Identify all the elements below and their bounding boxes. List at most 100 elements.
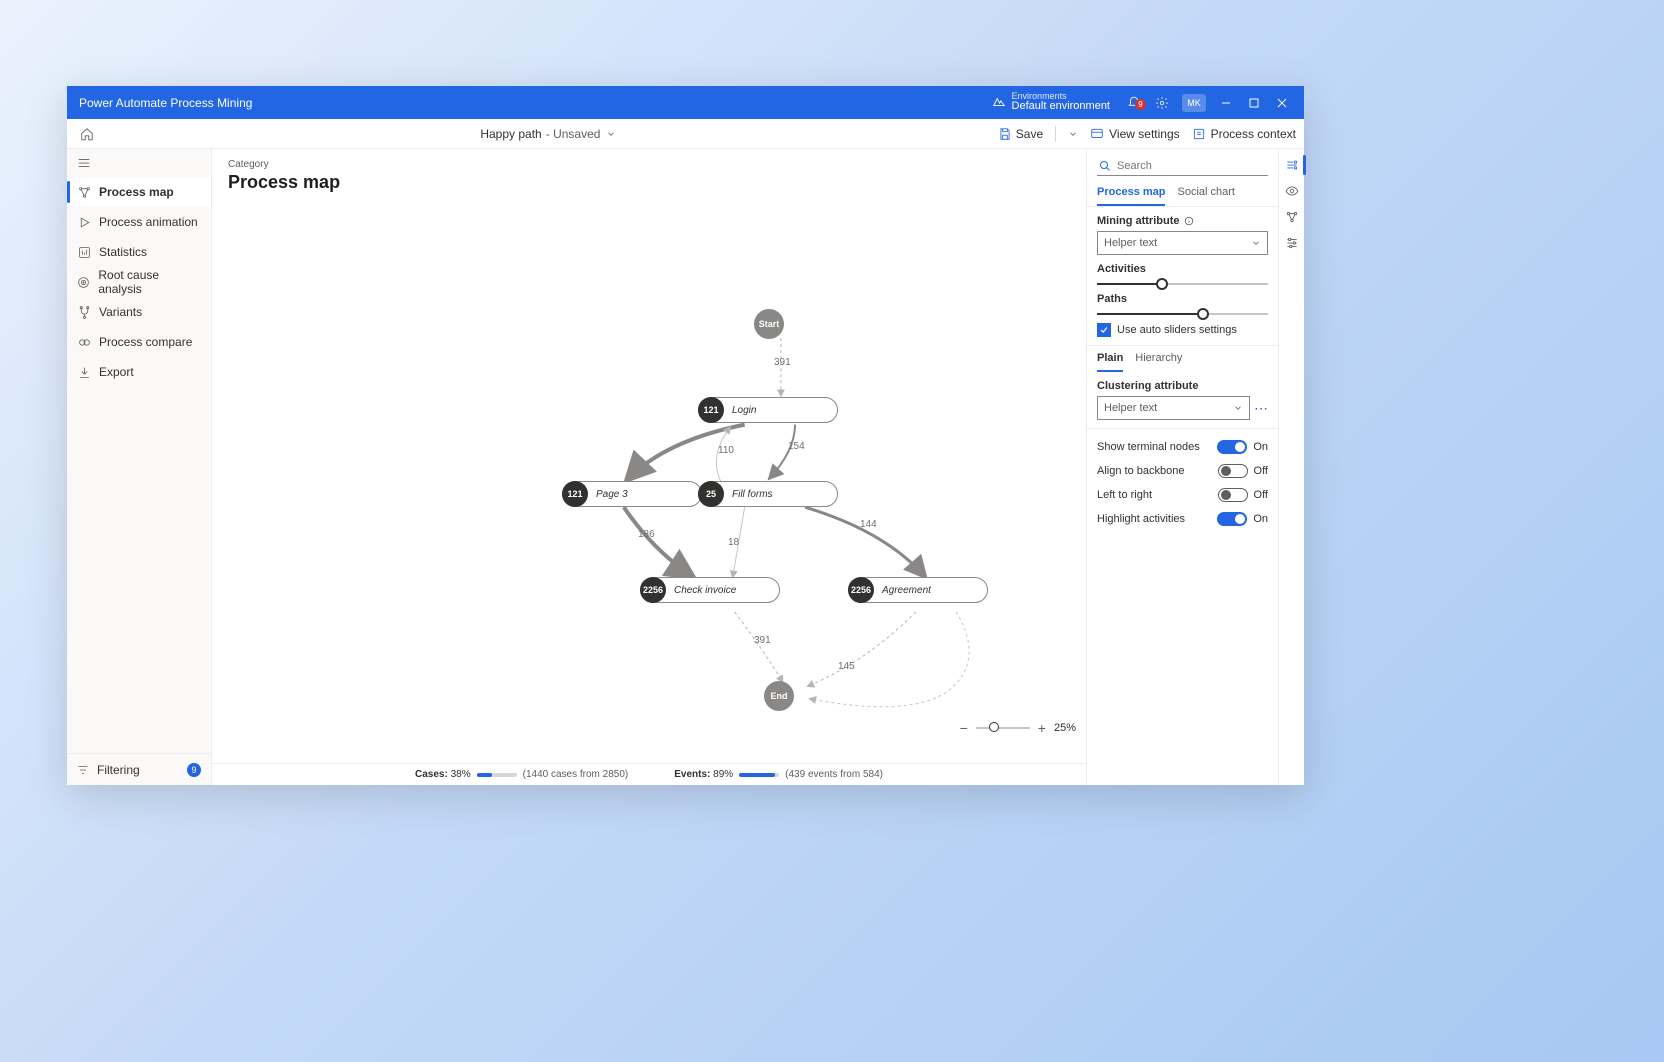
filtering-button[interactable]: Filtering 9 bbox=[67, 753, 211, 785]
zoom-percent: 25% bbox=[1054, 722, 1076, 734]
maximize-button[interactable] bbox=[1240, 86, 1268, 119]
save-icon bbox=[998, 127, 1012, 141]
mining-attr-label: Mining attribute bbox=[1097, 215, 1268, 227]
compare-icon bbox=[77, 336, 91, 349]
node-checkinvoice[interactable]: 2256 Check invoice bbox=[640, 577, 780, 603]
search-icon bbox=[1099, 160, 1111, 172]
node-login[interactable]: 121 Login bbox=[698, 397, 838, 423]
filter-icon bbox=[77, 764, 89, 776]
titlebar: Power Automate Process Mining Environmen… bbox=[67, 86, 1304, 119]
edge-label: 391 bbox=[774, 357, 791, 368]
category-label: Category bbox=[228, 159, 1070, 170]
mining-attr-dropdown[interactable]: Helper text bbox=[1097, 231, 1268, 255]
auto-sliders-checkbox[interactable]: Use auto sliders settings bbox=[1097, 323, 1268, 337]
nav-export[interactable]: Export bbox=[67, 357, 211, 387]
info-icon[interactable] bbox=[1184, 216, 1194, 226]
highlight-label: Highlight activities bbox=[1097, 513, 1185, 525]
activities-slider[interactable] bbox=[1097, 283, 1268, 285]
document-state: - Unsaved bbox=[546, 127, 601, 141]
process-map-icon bbox=[77, 186, 91, 199]
align-backbone-toggle[interactable] bbox=[1218, 464, 1248, 478]
rail-settings-icon[interactable] bbox=[1284, 235, 1300, 251]
save-dropdown[interactable] bbox=[1068, 129, 1078, 139]
statistics-icon bbox=[77, 246, 91, 259]
node-end[interactable]: End bbox=[764, 681, 794, 711]
save-button[interactable]: Save bbox=[998, 127, 1043, 141]
search-box[interactable] bbox=[1097, 157, 1268, 176]
node-start[interactable]: Start bbox=[754, 309, 784, 339]
node-agreement[interactable]: 2256 Agreement bbox=[848, 577, 988, 603]
left-to-right-label: Left to right bbox=[1097, 489, 1152, 501]
env-label: Environments bbox=[1012, 92, 1110, 101]
left-to-right-toggle[interactable] bbox=[1218, 488, 1248, 502]
status-bar: Cases: 38% (1440 cases from 2850) Events… bbox=[212, 763, 1086, 785]
nav-process-compare[interactable]: Process compare bbox=[67, 327, 211, 357]
cases-stat: Cases: 38% (1440 cases from 2850) bbox=[415, 769, 628, 780]
edge-label: 110 bbox=[718, 445, 734, 456]
paths-slider[interactable] bbox=[1097, 313, 1268, 315]
tab-hierarchy[interactable]: Hierarchy bbox=[1135, 352, 1182, 372]
align-backbone-label: Align to backbone bbox=[1097, 465, 1184, 477]
zoom-slider[interactable] bbox=[976, 727, 1030, 729]
document-toolbar: Happy path - Unsaved Save View settings … bbox=[67, 119, 1304, 149]
edge-label: 186 bbox=[638, 529, 655, 540]
document-title: Happy path bbox=[480, 127, 541, 141]
env-value: Default environment bbox=[1012, 101, 1110, 113]
clustering-dropdown[interactable]: Helper text bbox=[1097, 396, 1250, 420]
filter-count-badge: 9 bbox=[187, 763, 201, 777]
checkbox-checked-icon bbox=[1097, 323, 1111, 337]
right-panel: Process map Social chart Mining attribut… bbox=[1086, 149, 1278, 785]
process-context-icon bbox=[1192, 127, 1206, 141]
zoom-out-button[interactable]: − bbox=[960, 721, 968, 735]
nav-process-map[interactable]: Process map bbox=[67, 177, 211, 207]
root-cause-icon bbox=[77, 276, 90, 289]
edge-label: 144 bbox=[860, 519, 877, 530]
process-map-canvas[interactable]: Start 121 Login 121 Page 3 25 Fill forms bbox=[212, 199, 1086, 763]
home-button[interactable] bbox=[75, 127, 99, 141]
highlight-toggle[interactable] bbox=[1217, 512, 1247, 526]
minimize-button[interactable] bbox=[1212, 86, 1240, 119]
close-button[interactable] bbox=[1268, 86, 1296, 119]
chevron-down-icon bbox=[606, 129, 616, 139]
tab-social-chart[interactable]: Social chart bbox=[1177, 180, 1234, 206]
edge-label: 154 bbox=[788, 441, 805, 452]
tab-process-map[interactable]: Process map bbox=[1097, 180, 1165, 206]
separator bbox=[1055, 126, 1056, 142]
node-fillforms[interactable]: 25 Fill forms bbox=[698, 481, 838, 507]
chevron-down-icon bbox=[1251, 238, 1261, 248]
search-input[interactable] bbox=[1117, 160, 1266, 172]
app-window: Power Automate Process Mining Environmen… bbox=[67, 86, 1304, 785]
process-context-button[interactable]: Process context bbox=[1192, 127, 1296, 141]
nav-process-animation[interactable]: Process animation bbox=[67, 207, 211, 237]
paths-label: Paths bbox=[1097, 293, 1268, 305]
user-avatar[interactable]: MK bbox=[1182, 94, 1206, 112]
notifications-button[interactable]: 9 bbox=[1120, 96, 1148, 110]
tab-plain[interactable]: Plain bbox=[1097, 352, 1123, 372]
nav-root-cause[interactable]: Root cause analysis bbox=[67, 267, 211, 297]
edge-label: 391 bbox=[754, 635, 771, 646]
notification-badge: 9 bbox=[1135, 99, 1146, 110]
node-page3[interactable]: 121 Page 3 bbox=[562, 481, 702, 507]
document-title-area[interactable]: Happy path - Unsaved bbox=[99, 127, 998, 141]
main-content: Category Process map bbox=[212, 149, 1086, 785]
nav-variants[interactable]: Variants bbox=[67, 297, 211, 327]
app-title: Power Automate Process Mining bbox=[75, 96, 252, 110]
environment-icon bbox=[992, 95, 1006, 109]
rail-customize-icon[interactable] bbox=[1284, 157, 1300, 173]
settings-button[interactable] bbox=[1148, 96, 1176, 110]
zoom-controls: − + 25% bbox=[960, 721, 1076, 735]
show-terminal-toggle[interactable] bbox=[1217, 440, 1247, 454]
environment-picker[interactable]: Environments Default environment bbox=[992, 92, 1110, 113]
nav-statistics[interactable]: Statistics bbox=[67, 237, 211, 267]
view-settings-button[interactable]: View settings bbox=[1090, 127, 1179, 141]
more-button[interactable]: ⋯ bbox=[1254, 400, 1268, 417]
right-rail bbox=[1278, 149, 1304, 785]
zoom-in-button[interactable]: + bbox=[1038, 721, 1046, 735]
view-settings-icon bbox=[1090, 127, 1104, 141]
page-title: Process map bbox=[228, 172, 1070, 193]
edge-label: 145 bbox=[838, 661, 855, 672]
rail-graph-icon[interactable] bbox=[1284, 209, 1300, 225]
rail-view-icon[interactable] bbox=[1284, 183, 1300, 199]
variants-icon bbox=[77, 306, 91, 319]
hamburger-button[interactable] bbox=[67, 149, 211, 177]
